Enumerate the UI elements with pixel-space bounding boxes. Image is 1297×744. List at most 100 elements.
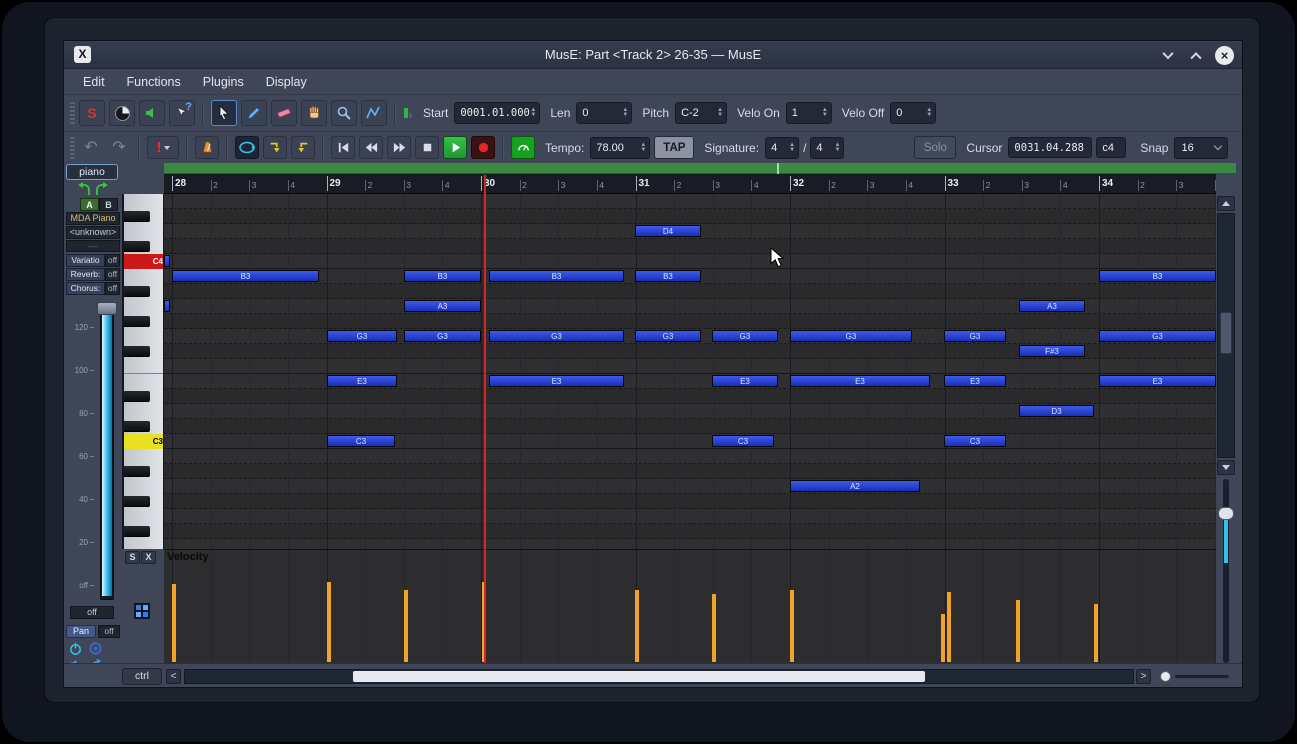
midi-note-C4[interactable] [164,255,170,267]
panic-button[interactable]: ! [147,136,179,159]
pan-label[interactable]: Pan [66,625,96,638]
piano-key-black[interactable] [124,496,150,507]
velocity-bar[interactable] [172,584,176,662]
spinner-arrows-icon[interactable] [622,108,628,118]
len-spinbox[interactable]: 0 [576,102,632,124]
whats-this-button[interactable]: ? [169,100,195,126]
tap-tempo-button[interactable]: TAP [654,136,694,159]
midi-note-D4[interactable]: D4 [635,225,701,237]
part-name-tab[interactable]: piano [66,164,118,180]
menu-item-edit[interactable]: Edit [72,69,116,95]
velocity-bar[interactable] [1094,604,1098,662]
velocity-bar[interactable] [941,614,945,662]
midi-note-C3[interactable]: C3 [712,435,774,447]
midi-note-G3[interactable]: G3 [635,330,701,342]
reverb-control-value[interactable]: off [105,268,120,281]
record-enable-icon[interactable] [88,641,103,656]
note-canvas[interactable]: D4B3B3B3B3B3A3A3G3G3G3G3G3G3G3G3F#3E3E3E… [164,194,1216,549]
velocity-canvas[interactable]: Velocity [164,549,1216,663]
velocity-bar[interactable] [635,590,639,662]
tempo-spinbox[interactable]: 78.00 [590,137,650,159]
midi-note-A3[interactable]: A3 [404,300,481,312]
scroll-up-button[interactable] [1217,196,1235,211]
forward-button[interactable] [387,136,411,159]
metronome-button[interactable] [195,136,219,159]
scroll-right-button[interactable]: > [1136,669,1151,684]
menu-item-plugins[interactable]: Plugins [192,69,255,95]
vertical-zoom-knob[interactable] [1218,507,1234,520]
velocity-slider-knob[interactable] [97,302,117,315]
signature-numerator-spinbox[interactable]: 4 [765,137,799,159]
snap-dropdown[interactable]: 16 [1174,137,1228,159]
piano-key-black[interactable] [124,316,150,327]
midi-note-G3[interactable]: G3 [790,330,912,342]
horizontal-scrollbar-track[interactable] [184,669,1134,684]
close-button[interactable]: × [1215,46,1234,65]
velo-off-spinbox[interactable]: 0 [890,102,936,124]
piano-key-black[interactable] [124,526,150,537]
midi-note-E3[interactable]: E3 [944,375,1006,387]
titlebar[interactable]: X MusE: Part <Track 2> 26-35 — MusE × [64,41,1242,69]
shade-button[interactable] [1159,46,1177,64]
midi-note-B3[interactable]: B3 [1099,270,1216,282]
part-strip[interactable] [164,163,1216,174]
midi-note-A3[interactable] [164,300,170,312]
horizontal-zoom-track[interactable] [1175,675,1229,678]
play-button[interactable] [443,136,467,159]
midi-note-E3[interactable]: E3 [790,375,930,387]
pan-value[interactable]: off [98,625,120,638]
spinner-arrows-icon[interactable] [926,108,932,118]
midi-note-C3[interactable]: C3 [327,435,395,447]
reverb-control-label[interactable]: Reverb: [66,268,105,281]
spinner-arrows-icon[interactable] [717,108,723,118]
midi-note-F#3[interactable]: F#3 [1019,345,1085,357]
midi-note-G3[interactable]: G3 [404,330,481,342]
undo-button[interactable]: ↶ [79,136,103,159]
cursor-position-field[interactable]: 0031.04.288 [1008,137,1092,158]
ctrl-grid-icon[interactable] [134,603,150,619]
spinner-arrows-icon[interactable] [640,143,646,153]
midi-note-E3[interactable]: E3 [327,375,397,387]
midi-note-D3[interactable]: D3 [1019,405,1094,417]
record-button[interactable] [471,136,495,159]
controller-b-button[interactable]: B [99,198,118,211]
punch-in-button[interactable] [263,136,287,159]
playhead-line[interactable] [484,175,486,663]
start-spinbox[interactable]: 0001.01.000 [454,102,540,124]
piano-key-black[interactable] [124,421,150,432]
velocity-bar[interactable] [712,594,716,662]
empty-selector[interactable]: — [66,240,120,252]
pitch-spinbox[interactable]: C-2 [675,102,727,124]
pencil-tool-button[interactable] [241,100,267,126]
scroll-down-button[interactable] [1217,460,1235,475]
timeline-ruler[interactable]: 28234292343023431234322343323434234 [164,174,1216,194]
arrow-prev-part-icon[interactable] [76,182,92,196]
pointer-tool-button[interactable] [211,100,237,126]
zoom-tool-button[interactable] [331,100,357,126]
velocity-bar[interactable] [327,582,331,662]
velocity-bar[interactable] [1016,600,1020,662]
loop-button[interactable] [235,136,259,159]
ctrl-button[interactable]: ctrl [122,668,162,685]
midi-note-G3[interactable]: G3 [944,330,1006,342]
patch-name[interactable]: <unknown> [66,226,120,239]
chorus-control-label[interactable]: Chorus: [66,282,105,295]
draw-lines-tool-button[interactable] [361,100,387,126]
midi-note-B3[interactable]: B3 [172,270,319,282]
toolbar-handle[interactable] [70,137,75,159]
midi-note-B3[interactable]: B3 [635,270,701,282]
piano-key-black[interactable] [124,346,150,357]
rewind-to-start-button[interactable] [331,136,355,159]
controller-select-button[interactable]: S [125,551,140,564]
piano-key-black[interactable] [124,211,150,222]
spinner-arrows-icon[interactable] [834,143,840,153]
variation-control-value[interactable]: off [105,254,120,267]
controller-close-button[interactable]: X [141,551,156,564]
midi-note-A3[interactable]: A3 [1019,300,1085,312]
spinner-arrows-icon[interactable] [530,108,536,118]
maximize-button[interactable] [1187,46,1205,64]
midi-thru-button[interactable] [139,100,165,126]
signature-denominator-spinbox[interactable]: 4 [810,137,844,159]
velocity-bar[interactable] [790,590,794,662]
scroll-left-button[interactable]: < [166,669,181,684]
